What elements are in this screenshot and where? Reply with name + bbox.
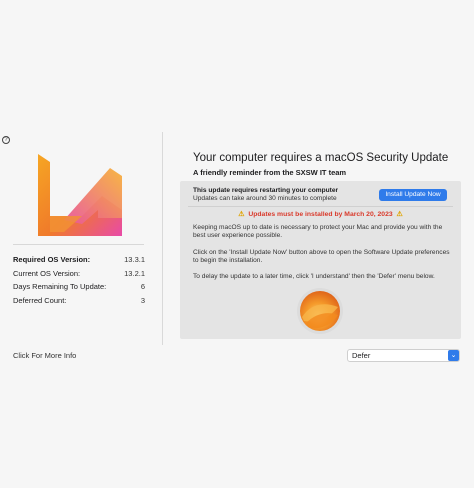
info-paragraph-3: To delay the update to a later time, cli… xyxy=(193,273,435,280)
install-update-button[interactable]: Install Update Now xyxy=(379,189,447,201)
vertical-divider xyxy=(162,132,163,345)
deferred-count-value: 3 xyxy=(140,296,145,305)
chevron-down-icon: ⌄ xyxy=(448,350,459,361)
restart-notice-title: This update requires restarting your com… xyxy=(193,187,339,194)
left-divider xyxy=(13,244,144,245)
defer-selected-value: Defer xyxy=(352,351,371,360)
days-remaining-label: Days Remaining To Update: xyxy=(13,282,107,291)
help-icon[interactable]: ? xyxy=(2,136,10,144)
current-os-row: Current OS Version: 13.2.1 xyxy=(13,267,145,281)
days-remaining-value: 6 xyxy=(140,282,145,291)
page-subtitle: A friendly reminder from the SXSW IT tea… xyxy=(193,168,347,177)
page-title: Your computer requires a macOS Security … xyxy=(193,152,449,164)
warning-icon: ⚠ xyxy=(238,211,245,218)
deadline-warning: ⚠ Updates must be installed by March 20,… xyxy=(180,210,461,218)
restart-notice-subtitle: Updates can take around 30 minutes to co… xyxy=(193,195,337,202)
warning-icon: ⚠ xyxy=(396,211,403,218)
panel-divider xyxy=(188,206,453,207)
more-info-link[interactable]: Click For More Info xyxy=(13,351,76,360)
required-os-row: Required OS Version: 13.3.1 xyxy=(13,253,145,267)
info-paragraph-1: Keeping macOS up to date is necessary to… xyxy=(193,224,443,240)
required-os-label: Required OS Version: xyxy=(13,255,91,264)
info-paragraph-2: Click on the 'Install Update Now' button… xyxy=(193,249,450,265)
macos-ventura-icon xyxy=(297,288,343,334)
current-os-label: Current OS Version: xyxy=(13,269,81,278)
days-remaining-row: Days Remaining To Update: 6 xyxy=(13,280,145,294)
app-logo xyxy=(38,154,122,236)
defer-dropdown[interactable]: Defer ⌄ xyxy=(347,349,460,362)
update-panel: This update requires restarting your com… xyxy=(180,181,461,339)
current-os-value: 13.2.1 xyxy=(124,269,145,278)
deadline-warning-text: Updates must be installed by March 20, 2… xyxy=(248,211,393,218)
deferred-count-row: Deferred Count: 3 xyxy=(13,294,145,308)
deferred-count-label: Deferred Count: xyxy=(13,296,67,305)
nudge-window: ? Required OS Version: 13.3.1 Current OS… xyxy=(0,0,474,488)
required-os-value: 13.3.1 xyxy=(124,255,145,264)
